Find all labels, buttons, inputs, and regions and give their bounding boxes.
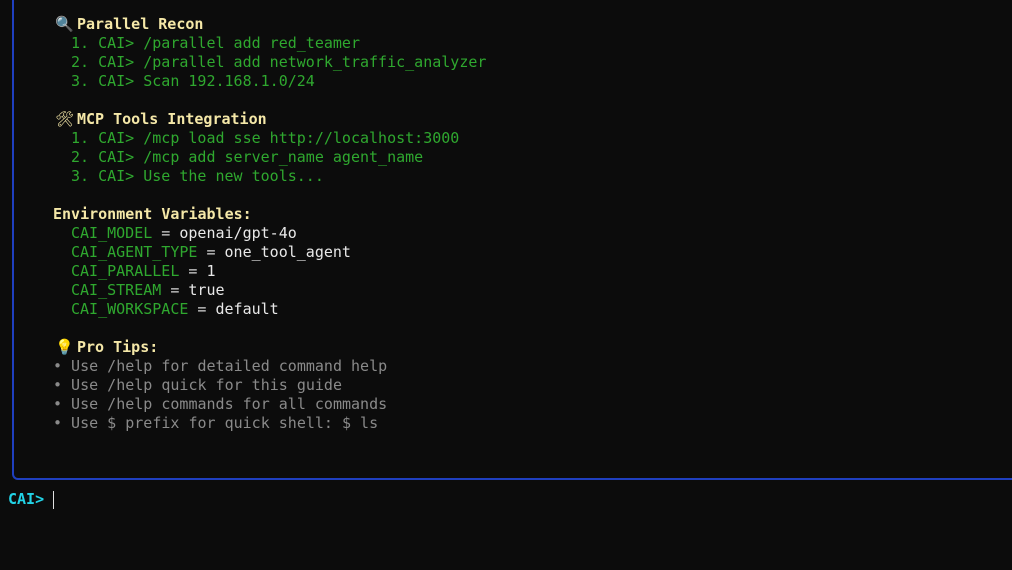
env-var-row: CAI_STREAM = true [71, 281, 225, 300]
example-step: 2. CAI> /mcp add server_name agent_name [71, 148, 424, 166]
section-heading-parallel-recon: 🔍 Parallel Recon [55, 15, 203, 34]
env-var-name: CAI_AGENT_TYPE [71, 243, 198, 261]
env-var-value: default [215, 300, 279, 318]
env-var-row: CAI_PARALLEL = 1 [71, 262, 216, 281]
env-var-name: CAI_STREAM [71, 281, 162, 299]
section-title: MCP Tools Integration [77, 110, 267, 128]
example-step: 1. CAI> /parallel add red_teamer [71, 34, 360, 52]
lightbulb-icon: 💡 [55, 338, 74, 356]
env-var-equals: = [188, 300, 216, 318]
env-var-row: CAI_MODEL = openai/gpt-4o [71, 224, 297, 243]
env-var-value: openai/gpt-4o [179, 224, 297, 242]
env-var-equals: = [152, 224, 180, 242]
magnifier-icon: 🔍 [55, 15, 74, 33]
command-prompt-label: CAI> [8, 490, 45, 508]
env-var-value: 1 [206, 262, 216, 280]
env-var-equals: = [197, 243, 225, 261]
tools-icon: 🛠 [55, 110, 75, 128]
env-var-value: one_tool_agent [224, 243, 351, 261]
env-var-row: CAI_AGENT_TYPE = one_tool_agent [71, 243, 351, 262]
command-input-cursor[interactable] [53, 491, 54, 509]
tip-item: • Use /help for detailed command help [53, 357, 388, 375]
section-title: Pro Tips: [77, 338, 159, 356]
env-var-name: CAI_WORKSPACE [71, 300, 189, 318]
env-var-name: CAI_PARALLEL [71, 262, 180, 280]
section-title: Parallel Recon [77, 15, 204, 33]
section-heading-environment-variables: Environment Variables: [53, 205, 252, 223]
tip-item: • Use /help commands for all commands [53, 395, 388, 413]
example-step: 1. CAI> /mcp load sse http://localhost:3… [71, 129, 460, 147]
env-var-equals: = [161, 281, 189, 299]
env-var-value: true [188, 281, 225, 299]
example-step: 2. CAI> /parallel add network_traffic_an… [71, 53, 487, 71]
env-var-name: CAI_MODEL [71, 224, 153, 242]
env-var-equals: = [179, 262, 207, 280]
section-heading-pro-tips: 💡 Pro Tips: [55, 338, 158, 357]
env-var-row: CAI_WORKSPACE = default [71, 300, 279, 319]
tip-item: • Use $ prefix for quick shell: $ ls [53, 414, 379, 432]
section-heading-mcp-tools: 🛠 MCP Tools Integration [55, 110, 267, 129]
example-step: 3. CAI> Scan 192.168.1.0/24 [71, 72, 315, 90]
tip-item: • Use /help quick for this guide [53, 376, 342, 394]
example-step: 3. CAI> Use the new tools... [71, 167, 324, 185]
